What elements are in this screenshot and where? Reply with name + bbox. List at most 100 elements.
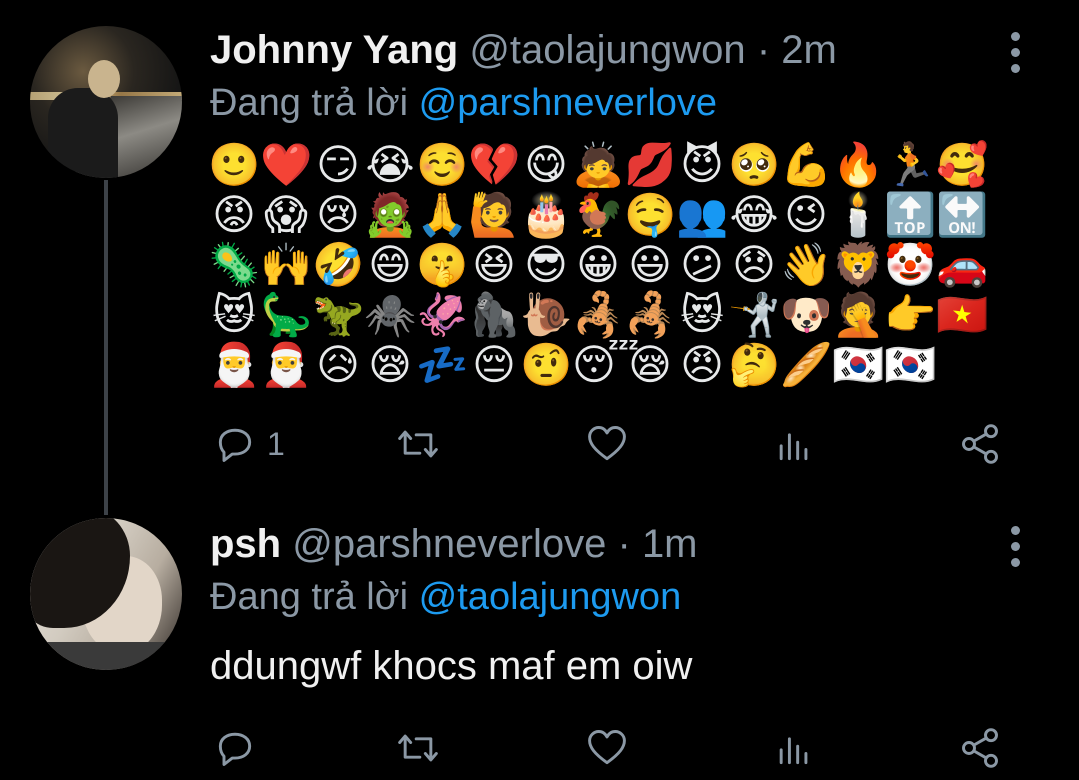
like-button[interactable] bbox=[585, 414, 629, 474]
tweet-actions bbox=[0, 718, 1079, 778]
emoji-glyph: 😠 bbox=[680, 340, 724, 389]
emoji-glyph: 😻 bbox=[680, 290, 724, 339]
avatar-shirt bbox=[30, 642, 182, 670]
separator-dot: · bbox=[617, 522, 631, 566]
emoji-glyph: 🥰 bbox=[936, 140, 989, 189]
emoji-glyph: 😕 bbox=[680, 240, 724, 289]
emoji-glyph: 🦂 bbox=[572, 290, 625, 339]
emoji-glyph: 😪 bbox=[368, 340, 412, 389]
emoji-glyph: 🥺 bbox=[728, 140, 781, 189]
share-button[interactable] bbox=[958, 718, 1002, 778]
more-dot bbox=[1010, 63, 1020, 73]
share-button[interactable] bbox=[958, 414, 1002, 474]
reply-mention-link[interactable]: @taolajungwon bbox=[419, 576, 682, 618]
timestamp[interactable]: 1m bbox=[642, 522, 698, 566]
emoji-glyph: 🇻🇳 bbox=[936, 290, 989, 339]
emoji-glyph: 🐓 bbox=[572, 190, 625, 239]
emoji-glyph: 😻 bbox=[212, 290, 256, 339]
tweet-johnny-yang[interactable]: Johnny Yang @taolajungwon · 2m Đang trả … bbox=[0, 0, 1079, 515]
emoji-glyph: 🐌 bbox=[520, 290, 573, 339]
retweet-icon bbox=[398, 430, 438, 458]
emoji-glyph: 🙏 bbox=[416, 190, 469, 239]
display-name[interactable]: Johnny Yang bbox=[210, 28, 458, 72]
retweet-icon bbox=[398, 734, 438, 762]
reply-mention-link[interactable]: @parshneverlove bbox=[419, 82, 717, 124]
emoji-glyph: 😴 bbox=[572, 340, 640, 389]
heart-icon bbox=[588, 426, 626, 461]
display-name[interactable]: psh bbox=[210, 522, 281, 566]
emoji-glyph: 💋 bbox=[624, 140, 677, 189]
emoji-glyph: 😆 bbox=[472, 240, 516, 289]
emoji-row: 🦠 🙌 🤣 😄 🤫 😆 😎 😀 😃 😕 😞 👋 🦁 🤡 🚗 bbox=[208, 240, 1008, 290]
emoji-glyph: 🤣 bbox=[312, 240, 365, 289]
emoji-glyph: 😡 bbox=[212, 190, 256, 239]
emoji-glyph: 💪 bbox=[780, 140, 833, 189]
emoji-glyph: 🕯️ bbox=[832, 190, 885, 239]
emoji-glyph: 🦑 bbox=[416, 290, 469, 339]
share-icon bbox=[962, 424, 998, 464]
emoji-glyph: 😃 bbox=[628, 240, 672, 289]
emoji-glyph: 😱 bbox=[264, 190, 308, 239]
emoji-glyph: 😏 bbox=[316, 140, 360, 189]
emoji-glyph: 😉 bbox=[784, 190, 828, 239]
tweet-header: psh @parshneverlove · 1m bbox=[210, 520, 698, 568]
emoji-glyph: 🤺 bbox=[728, 290, 781, 339]
emoji-glyph: 😞 bbox=[732, 240, 776, 289]
emoji-glyph: 🚗 bbox=[936, 240, 989, 289]
retweet-button[interactable] bbox=[396, 414, 440, 474]
emoji-glyph: ❤️ bbox=[260, 140, 313, 189]
views-button[interactable] bbox=[772, 718, 816, 778]
emoji-glyph: 🇰🇷 bbox=[832, 340, 885, 389]
replying-to: Đang trả lời @taolajungwon bbox=[210, 574, 681, 620]
emoji-glyph: 😢 bbox=[316, 190, 360, 239]
emoji-glyph: 😔 bbox=[472, 340, 516, 389]
retweet-button[interactable] bbox=[396, 718, 440, 778]
tweet-psh[interactable]: psh @parshneverlove · 1m Đang trả lời @t… bbox=[0, 500, 1079, 780]
reply-icon bbox=[218, 732, 252, 766]
emoji-glyph: 🙋 bbox=[468, 190, 521, 239]
reply-button[interactable]: 1 bbox=[213, 414, 285, 474]
more-options-icon[interactable] bbox=[1003, 28, 1027, 76]
more-dot bbox=[1010, 31, 1020, 41]
emoji-glyph: 🇰🇷 bbox=[884, 340, 937, 389]
emoji-glyph: 🤤 bbox=[624, 190, 677, 239]
emoji-glyph: 🎂 bbox=[520, 190, 573, 239]
emoji-glyph: 🦍 bbox=[468, 290, 521, 339]
emoji-glyph: 🤡 bbox=[884, 240, 937, 289]
emoji-glyph: 😈 bbox=[680, 140, 724, 189]
like-button[interactable] bbox=[585, 718, 629, 778]
reply-button[interactable] bbox=[213, 718, 267, 778]
emoji-glyph: 🤫 bbox=[416, 240, 469, 289]
emoji-glyph: ☺️ bbox=[416, 140, 469, 189]
avatar[interactable] bbox=[30, 518, 182, 670]
emoji-glyph: 💔 bbox=[468, 140, 521, 189]
timestamp[interactable]: 2m bbox=[781, 28, 837, 72]
emoji-glyph: 😄 bbox=[368, 240, 412, 289]
emoji-glyph: 🦠 bbox=[208, 240, 261, 289]
reply-count: 1 bbox=[267, 425, 285, 462]
emoji-glyph: 🙌 bbox=[260, 240, 313, 289]
emoji-glyph: 🎅 bbox=[208, 340, 261, 389]
tweet-text: ddungwf khocs maf em oiw bbox=[210, 644, 693, 688]
emoji-row: 😻 🦕 🦖 🕷️ 🦑 🦍 🐌 🦂 🦂 😻 🤺 🐶 🤦 👉 🇻🇳 bbox=[208, 290, 1008, 340]
reply-icon bbox=[218, 428, 252, 462]
emoji-glyph: 😂 bbox=[729, 190, 779, 239]
emoji-glyph: 🥖 bbox=[780, 340, 833, 389]
emoji-glyph: 🔛 bbox=[936, 190, 989, 239]
emoji-glyph: 😭 bbox=[365, 140, 415, 189]
emoji-glyph: 🦁 bbox=[832, 240, 885, 289]
more-dot bbox=[1010, 47, 1020, 57]
emoji-glyph: 🕷️ bbox=[364, 290, 417, 339]
more-options-icon[interactable] bbox=[1003, 522, 1027, 570]
emoji-glyph: 🎅 bbox=[260, 340, 313, 389]
more-dot bbox=[1010, 557, 1020, 567]
emoji-row: 😡 😱 😢 🧟 🙏 🙋 🎂 🐓 🤤 👥 😂 😉 🕯️ 🔝 🔛 bbox=[208, 190, 1008, 240]
views-icon bbox=[779, 737, 808, 765]
separator-dot: · bbox=[756, 28, 771, 72]
avatar[interactable] bbox=[30, 26, 182, 178]
user-handle[interactable]: @taolajungwon bbox=[469, 28, 745, 72]
user-handle[interactable]: @parshneverlove bbox=[292, 522, 606, 566]
views-button[interactable] bbox=[772, 414, 816, 474]
emoji-glyph: 😋 bbox=[524, 140, 568, 189]
replying-to-label: Đang trả lời bbox=[210, 576, 419, 618]
